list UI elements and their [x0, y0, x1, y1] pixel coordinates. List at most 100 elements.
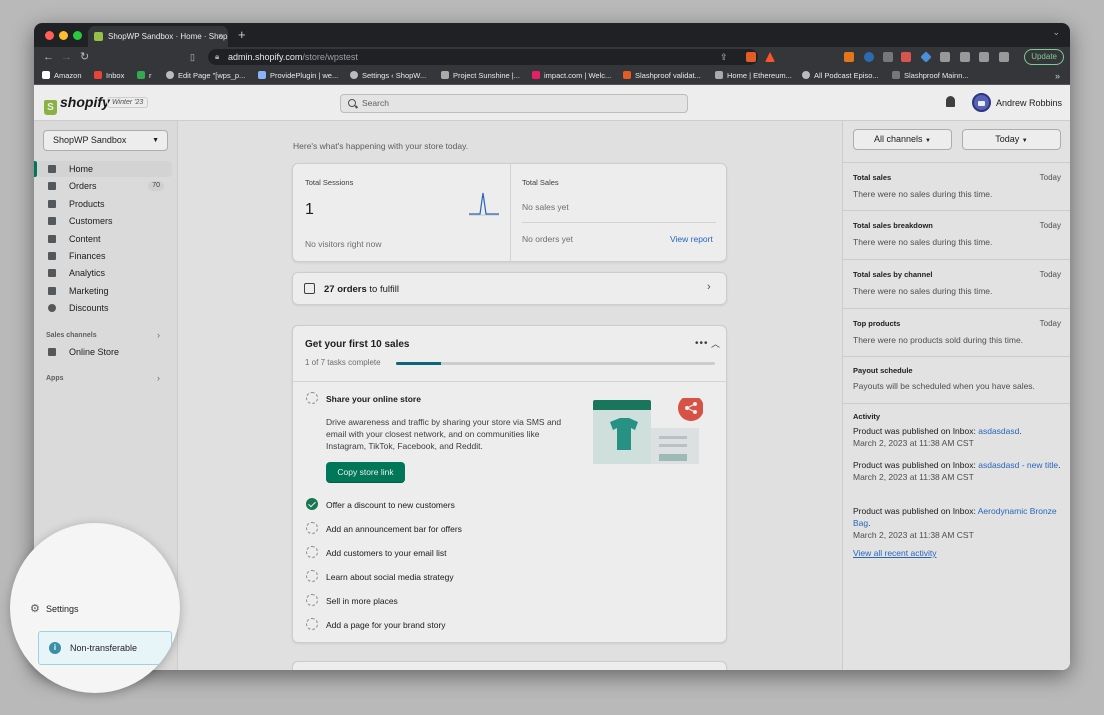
- copy-store-link-button[interactable]: Copy store link: [326, 462, 405, 483]
- settings-button[interactable]: ⚙ Settings: [30, 603, 79, 615]
- metamask-icon[interactable]: [844, 52, 854, 62]
- task-email-list[interactable]: Add customers to your email list: [306, 546, 446, 558]
- sales-channels-heading[interactable]: Sales channels: [46, 332, 97, 339]
- bookmark-item[interactable]: All Podcast Episo...: [802, 67, 879, 84]
- user-name[interactable]: Andrew Robbins: [996, 85, 1062, 121]
- new-tab-button[interactable]: +: [238, 26, 246, 44]
- date-range-button[interactable]: Today ▼: [962, 129, 1061, 150]
- bookmark-item[interactable]: impact.com | Welc...: [532, 67, 611, 84]
- forward-icon[interactable]: →: [61, 50, 72, 64]
- next-card: [292, 661, 727, 670]
- tab-bar: ShopWP Sandbox · Home · Shop × + ⌄: [34, 23, 1070, 47]
- ethereum-icon: [441, 71, 449, 79]
- divider: [510, 164, 511, 263]
- bookmark-item[interactable]: Amazon: [42, 67, 82, 84]
- slashproof-icon: [623, 71, 631, 79]
- setup-title: Get your first 10 sales: [305, 339, 410, 350]
- chevron-right-icon[interactable]: ›: [157, 373, 160, 383]
- sidebar-item-orders[interactable]: Orders 70: [37, 178, 172, 194]
- analytics-icon: [48, 269, 56, 277]
- bookmark-icon[interactable]: ▯: [190, 50, 195, 64]
- browser-tab[interactable]: ShopWP Sandbox · Home · Shop ×: [88, 26, 228, 47]
- minimize-window-button[interactable]: [59, 31, 68, 40]
- setup-guide-card: Get your first 10 sales ••• ︿ 1 of 7 tas…: [292, 325, 727, 643]
- inbox-icon: [304, 283, 315, 294]
- shopify-admin: Sshopify Winter '23 Search Andrew Robbin…: [34, 85, 1070, 670]
- sidebar-item-discounts[interactable]: Discounts: [37, 300, 172, 316]
- url-path: /store/wpstest: [302, 52, 358, 62]
- task-offer-discount[interactable]: Offer a discount to new customers: [306, 498, 455, 510]
- share-icon[interactable]: ⇪: [720, 50, 728, 64]
- ethereum-icon: [715, 71, 723, 79]
- reload-icon[interactable]: ↻: [80, 50, 89, 64]
- progress-bar: [396, 362, 715, 365]
- search-placeholder: Search: [362, 98, 389, 108]
- divider: [522, 222, 716, 223]
- all-channels-button[interactable]: All channels ▼: [853, 129, 952, 150]
- fulfill-orders-card[interactable]: 27 orders to fulfill ›: [292, 272, 727, 305]
- view-all-activity-link[interactable]: View all recent activity: [853, 548, 936, 558]
- gmail-icon: [94, 71, 102, 79]
- search-input[interactable]: Search: [340, 94, 688, 113]
- extension-icon[interactable]: [883, 52, 893, 62]
- avatar[interactable]: [972, 93, 991, 112]
- store-selector[interactable]: ShopWP Sandbox ▼: [43, 130, 168, 151]
- task-announcement-bar[interactable]: Add an announcement bar for offers: [306, 522, 462, 534]
- puzzle-icon[interactable]: [940, 52, 950, 62]
- payout-schedule-section: Payout schedule Payouts will be schedule…: [843, 357, 1070, 404]
- activity-link[interactable]: asdasdasd - new title: [978, 460, 1058, 470]
- non-transferable-banner[interactable]: i Non-transferable: [38, 631, 172, 665]
- bell-icon[interactable]: [946, 96, 955, 107]
- activity-item: Product was published on Inbox: Aerodyna…: [853, 506, 1057, 540]
- sidebar-item-analytics[interactable]: Analytics: [37, 265, 172, 281]
- shield-icon[interactable]: [901, 52, 911, 62]
- bookmark-item[interactable]: Project Sunshine |...: [441, 67, 520, 84]
- maximize-window-button[interactable]: [73, 31, 82, 40]
- view-report-link[interactable]: View report: [670, 234, 713, 244]
- close-window-button[interactable]: [45, 31, 54, 40]
- task-brand-story[interactable]: Add a page for your brand story: [306, 618, 446, 630]
- task-share-store[interactable]: Share your online store: [306, 392, 421, 404]
- brave-rewards-icon[interactable]: [765, 52, 775, 62]
- bookmark-item[interactable]: Edit Page "[wps_p...: [166, 67, 245, 84]
- wallet-icon[interactable]: [999, 52, 1009, 62]
- bookmarks-bar: Amazon Inbox r Edit Page "[wps_p... Prov…: [34, 67, 1070, 85]
- bookmark-item[interactable]: ProvidePlugin | we...: [258, 67, 338, 84]
- back-icon[interactable]: ←: [43, 50, 54, 64]
- reading-list-icon[interactable]: [960, 52, 970, 62]
- discounts-icon: [48, 304, 56, 312]
- task-social-media[interactable]: Learn about social media strategy: [306, 570, 454, 582]
- more-options-icon[interactable]: •••: [695, 338, 709, 349]
- sidebar-item-products[interactable]: Products: [37, 196, 172, 212]
- close-tab-icon[interactable]: ×: [218, 26, 223, 47]
- slashproof-icon: [892, 71, 900, 79]
- bookmark-item[interactable]: Home | Ethereum...: [715, 67, 792, 84]
- chevron-up-icon[interactable]: ︿: [711, 337, 720, 350]
- address-bar[interactable]: 🔒︎ admin.shopify.com/store/wpstest: [208, 49, 758, 65]
- extension-icon[interactable]: [864, 52, 874, 62]
- sidebar-item-home[interactable]: Home: [34, 161, 172, 177]
- bookmark-item[interactable]: Settings ‹ ShopW...: [350, 67, 426, 84]
- activity-link[interactable]: asdasdasd: [978, 426, 1019, 436]
- sidebar-icon[interactable]: [979, 52, 989, 62]
- more-bookmarks-icon[interactable]: »: [1055, 67, 1060, 84]
- shopify-logo[interactable]: Sshopify: [44, 94, 110, 115]
- share-illustration: [593, 398, 703, 464]
- bookmark-item[interactable]: r: [137, 67, 152, 84]
- sidebar-item-customers[interactable]: Customers: [37, 213, 172, 229]
- sidebar-item-finances[interactable]: Finances: [37, 248, 172, 264]
- task-more-places[interactable]: Sell in more places: [306, 594, 398, 606]
- chevron-right-icon[interactable]: ›: [157, 330, 160, 340]
- bookmark-item[interactable]: Slashproof Mainn...: [892, 67, 969, 84]
- sidebar-item-online-store[interactable]: Online Store: [37, 344, 172, 360]
- apps-heading[interactable]: Apps: [46, 375, 64, 382]
- play-icon: [137, 71, 145, 79]
- bookmark-item[interactable]: Slashproof validat...: [623, 67, 701, 84]
- update-button[interactable]: Update: [1024, 49, 1064, 65]
- bookmark-item[interactable]: Inbox: [94, 67, 124, 84]
- brave-shield-icon[interactable]: [746, 52, 756, 62]
- tab-search-icon[interactable]: ⌄: [1052, 27, 1060, 38]
- sidebar-item-content[interactable]: Content: [37, 231, 172, 247]
- sidebar-item-marketing[interactable]: Marketing: [37, 283, 172, 299]
- extension-icon[interactable]: [920, 51, 932, 63]
